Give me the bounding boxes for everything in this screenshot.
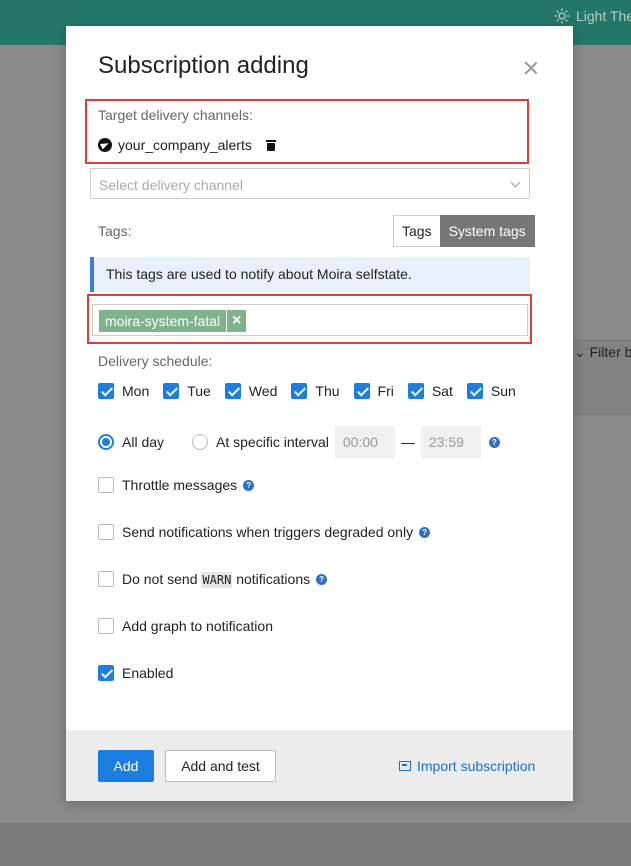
checkbox[interactable] bbox=[98, 383, 114, 399]
throttle-option[interactable]: Throttle messages ? bbox=[98, 477, 255, 493]
schedule-mode: All day At specific interval 00:00 — 23:… bbox=[98, 426, 500, 458]
close-icon[interactable]: × bbox=[226, 310, 246, 332]
throttle-label: Throttle messages bbox=[122, 477, 238, 493]
radio-all-day[interactable] bbox=[98, 434, 114, 450]
day-sun[interactable]: Sun bbox=[466, 383, 516, 399]
checkbox[interactable] bbox=[353, 383, 370, 399]
checkbox[interactable] bbox=[291, 383, 308, 399]
checkbox[interactable] bbox=[98, 665, 114, 681]
all-day-label: All day bbox=[122, 434, 165, 450]
time-from-input[interactable]: 00:00 bbox=[334, 426, 395, 458]
help-icon[interactable]: ? bbox=[419, 526, 431, 538]
tab-tags[interactable]: Tags bbox=[393, 215, 440, 247]
checkbox[interactable] bbox=[98, 477, 114, 493]
checkbox[interactable] bbox=[98, 618, 114, 634]
import-icon bbox=[399, 761, 411, 771]
day-sat[interactable]: Sat bbox=[407, 383, 453, 399]
add-and-test-button[interactable]: Add and test bbox=[165, 750, 276, 782]
tag-input[interactable]: moira-system-fatal × bbox=[92, 304, 528, 336]
trash-icon[interactable] bbox=[265, 139, 276, 151]
select-placeholder: Select delivery channel bbox=[99, 177, 243, 193]
filter-label[interactable]: ⌄ Filter b bbox=[574, 344, 631, 361]
telegram-icon bbox=[98, 138, 112, 152]
theme-toggle-label: Light The bbox=[576, 8, 631, 24]
tag-chip: moira-system-fatal × bbox=[99, 310, 247, 332]
close-icon[interactable] bbox=[521, 58, 541, 78]
enabled-label: Enabled bbox=[122, 665, 174, 681]
no-warn-label: Do not send WARN notifications bbox=[122, 571, 311, 588]
day-tue[interactable]: Tue bbox=[163, 383, 211, 399]
import-subscription-link[interactable]: Import subscription bbox=[399, 758, 535, 774]
checkbox[interactable] bbox=[466, 383, 483, 399]
channel-item: your_company_alerts bbox=[98, 137, 276, 153]
day-wed[interactable]: Wed bbox=[224, 383, 277, 399]
tab-system-tags[interactable]: System tags bbox=[439, 215, 535, 247]
checkbox[interactable] bbox=[98, 571, 114, 587]
help-icon[interactable]: ? bbox=[316, 573, 328, 585]
schedule-days: Mon Tue Wed Thu Fri Sat Sun bbox=[98, 383, 530, 399]
tag-chip-label: moira-system-fatal bbox=[105, 313, 221, 329]
delivery-channel-select[interactable]: Select delivery channel bbox=[90, 168, 530, 199]
interval-label: At specific interval bbox=[216, 434, 329, 450]
degraded-option[interactable]: Send notifications when triggers degrade… bbox=[98, 524, 431, 540]
theme-toggle[interactable]: Light The bbox=[554, 8, 631, 24]
checkbox[interactable] bbox=[407, 383, 424, 399]
system-tags-info: This tags are used to notify about Moira… bbox=[90, 257, 530, 292]
subscription-modal: Subscription adding Target delivery chan… bbox=[66, 26, 573, 801]
help-icon[interactable]: ? bbox=[488, 436, 500, 448]
modal-footer: Add Add and test Import subscription bbox=[66, 730, 573, 801]
add-button[interactable]: Add bbox=[98, 750, 154, 782]
degraded-label: Send notifications when triggers degrade… bbox=[122, 524, 414, 540]
checkbox[interactable] bbox=[163, 383, 180, 399]
graph-label: Add graph to notification bbox=[122, 618, 273, 634]
checkbox[interactable] bbox=[98, 524, 114, 540]
tags-label: Tags: bbox=[98, 223, 132, 239]
checkbox[interactable] bbox=[224, 383, 241, 399]
help-icon[interactable]: ? bbox=[243, 479, 255, 491]
warn-code: WARN bbox=[201, 572, 233, 588]
app-footer bbox=[0, 823, 631, 866]
schedule-label: Delivery schedule: bbox=[98, 353, 213, 369]
chevron-down-icon bbox=[510, 177, 521, 188]
modal-title: Subscription adding bbox=[98, 52, 309, 79]
no-warn-option[interactable]: Do not send WARN notifications ? bbox=[98, 571, 328, 588]
day-fri[interactable]: Fri bbox=[353, 383, 394, 399]
delivery-channels-label: Target delivery channels: bbox=[98, 107, 253, 123]
radio-specific-interval[interactable] bbox=[192, 434, 209, 450]
channel-name: your_company_alerts bbox=[118, 137, 252, 153]
time-to-input[interactable]: 23:59 bbox=[420, 426, 481, 458]
enabled-option[interactable]: Enabled bbox=[98, 665, 173, 681]
day-thu[interactable]: Thu bbox=[291, 383, 340, 399]
tags-switch: Tags System tags bbox=[393, 215, 535, 247]
sun-icon bbox=[554, 8, 570, 24]
graph-option[interactable]: Add graph to notification bbox=[98, 618, 273, 634]
day-mon[interactable]: Mon bbox=[98, 383, 149, 399]
time-dash: — bbox=[400, 434, 415, 450]
